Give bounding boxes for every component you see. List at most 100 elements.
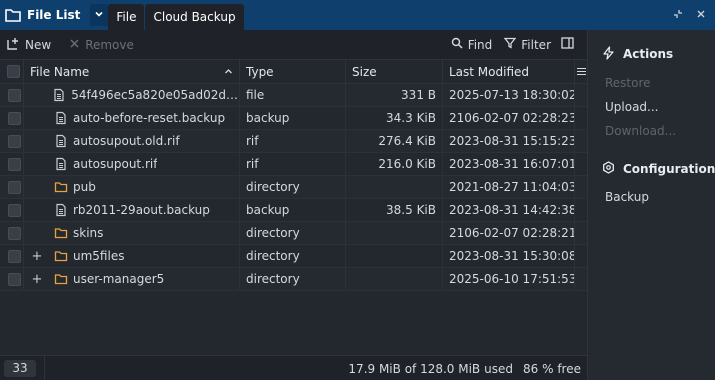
remove-button[interactable]: Remove	[63, 30, 140, 59]
upload-action[interactable]: Upload...	[588, 95, 715, 119]
file-name: skins	[73, 226, 104, 240]
table-row[interactable]: autosupout.rif rif 216.0 KiB 2023-08-31 16:…	[0, 152, 587, 176]
new-button[interactable]: New	[0, 30, 57, 59]
folder-icon	[54, 272, 68, 286]
restore-action[interactable]: Restore	[588, 71, 715, 95]
action-label: Download...	[605, 124, 677, 138]
file-type-cell: backup	[240, 106, 346, 130]
table-header: File Name Type Size Last Modified	[0, 59, 587, 84]
actions-title: Actions	[623, 47, 674, 61]
table-row[interactable]: autosupout.old.rif rif 276.4 KiB 2023-08-31…	[0, 129, 587, 153]
tab-menu-button[interactable]	[90, 4, 109, 26]
storage-usage: 17.9 MiB of 128.0 MiB used 86 % free	[348, 356, 581, 380]
row-checkbox[interactable]	[8, 157, 21, 171]
file-type-cell: directory	[240, 244, 346, 268]
file-name-cell[interactable]: autosupout.old.rif	[24, 129, 240, 153]
tab-label: Cloud Backup	[153, 10, 236, 24]
gear-icon	[602, 161, 623, 177]
file-modified-cell: 2021-08-27 11:04:03	[443, 175, 575, 199]
column-header-name[interactable]: File Name	[24, 59, 240, 84]
row-checkbox-cell	[0, 221, 24, 245]
file-name-cell[interactable]: + user-manager5	[24, 267, 240, 291]
download-action[interactable]: Download...	[588, 119, 715, 143]
row-checkbox-cell	[0, 83, 24, 107]
app-title-label: File List	[27, 8, 81, 22]
filter-button[interactable]: Filter	[498, 30, 557, 59]
file-name-cell[interactable]: autosupout.rif	[24, 152, 240, 176]
storage-free-label: 86 % free	[523, 361, 581, 376]
column-header-label: Last Modified	[449, 64, 530, 79]
table-row[interactable]: pub directory 2021-08-27 11:04:03	[0, 175, 587, 199]
file-list-window: File List File Cloud Backup New Remove F…	[0, 0, 715, 380]
file-name-cell[interactable]: + um5files	[24, 244, 240, 268]
find-button[interactable]: Find	[445, 30, 499, 59]
close-button[interactable]	[690, 0, 712, 30]
chevron-down-icon	[94, 8, 104, 22]
table-row[interactable]: + user-manager5 directory 2025-06-10 17:51:…	[0, 267, 587, 291]
expand-icon[interactable]: +	[30, 249, 44, 264]
select-all-checkbox[interactable]	[7, 65, 20, 78]
file-name: um5files	[73, 249, 125, 263]
file-name: user-manager5	[73, 272, 165, 286]
row-checkbox-cell	[0, 152, 24, 176]
column-header-modified[interactable]: Last Modified	[443, 59, 575, 84]
new-label: New	[25, 37, 52, 52]
file-size-cell	[346, 267, 443, 291]
file-type-cell: rif	[240, 129, 346, 153]
table-row[interactable]: skins directory 2106-02-07 02:28:21	[0, 221, 587, 245]
configuration-header: Configuration	[588, 157, 715, 181]
file-icon	[54, 111, 68, 125]
file-icon	[54, 203, 68, 217]
row-checkbox[interactable]	[8, 249, 21, 263]
backup-config-item[interactable]: Backup	[588, 185, 715, 209]
column-header-type[interactable]: Type	[240, 59, 346, 84]
collapse-button[interactable]	[667, 0, 689, 30]
row-checkbox[interactable]	[8, 88, 21, 102]
file-table: File Name Type Size Last Modified 54f496…	[0, 59, 587, 355]
file-modified-cell: 2023-08-31 15:30:08	[443, 244, 575, 268]
file-type-cell: directory	[240, 267, 346, 291]
expand-icon[interactable]: +	[30, 272, 44, 287]
file-icon	[54, 157, 68, 171]
row-checkbox[interactable]	[8, 203, 21, 217]
app-title: File List	[0, 0, 86, 30]
tab-file[interactable]: File	[108, 4, 145, 30]
row-checkbox[interactable]	[8, 272, 21, 286]
column-header-label: File Name	[30, 64, 90, 79]
column-menu-button[interactable]	[575, 60, 587, 84]
column-header-label: Size	[352, 64, 377, 79]
item-count-badge: 33	[4, 359, 36, 377]
column-header-size[interactable]: Size	[346, 59, 443, 84]
toggle-panel-button[interactable]	[557, 30, 587, 59]
action-label: Restore	[605, 76, 651, 90]
file-modified-cell: 2106-02-07 02:28:23	[443, 106, 575, 130]
table-body: 54f496ec5a820e05ad02d43... file 331 B 2025-…	[0, 83, 587, 291]
file-name: pub	[73, 180, 96, 194]
file-icon	[52, 88, 66, 102]
row-checkbox[interactable]	[8, 226, 21, 240]
action-label: Upload...	[605, 100, 659, 114]
file-modified-cell: 2025-07-13 18:30:02	[443, 83, 575, 107]
table-row[interactable]: auto-before-reset.backup backup 34.3 KiB 21…	[0, 106, 587, 130]
row-checkbox[interactable]	[8, 180, 21, 194]
tab-label: File	[116, 10, 137, 24]
row-checkbox[interactable]	[8, 134, 21, 148]
file-name-cell[interactable]: rb2011-29aout.backup	[24, 198, 240, 222]
table-row[interactable]: rb2011-29aout.backup backup 38.5 KiB 2023-0…	[0, 198, 587, 222]
tab-cloud-backup[interactable]: Cloud Backup	[145, 4, 244, 30]
table-row[interactable]: 54f496ec5a820e05ad02d43... file 331 B 2025-…	[0, 83, 587, 107]
folder-icon	[54, 180, 68, 194]
row-checkbox-cell	[0, 106, 24, 130]
file-size-cell: 38.5 KiB	[346, 198, 443, 222]
filter-label: Filter	[521, 37, 551, 52]
row-checkbox-cell	[0, 244, 24, 268]
file-name-cell[interactable]: auto-before-reset.backup	[24, 106, 240, 130]
file-name-cell[interactable]: skins	[24, 221, 240, 245]
side-panel: Actions Restore Upload... Download... Co…	[587, 30, 715, 380]
file-name: autosupout.rif	[73, 157, 158, 171]
filter-icon	[503, 37, 521, 52]
row-checkbox[interactable]	[8, 111, 21, 125]
file-name-cell[interactable]: 54f496ec5a820e05ad02d43...	[24, 83, 240, 107]
file-name-cell[interactable]: pub	[24, 175, 240, 199]
table-row[interactable]: + um5files directory 2023-08-31 15:30:08	[0, 244, 587, 268]
